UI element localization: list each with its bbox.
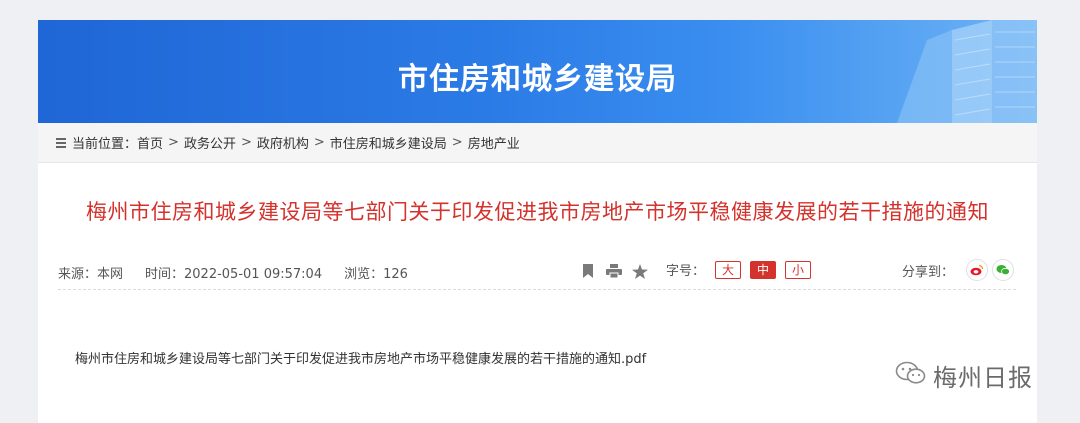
watermark-text: 梅州日报: [933, 364, 1033, 392]
share-label: 分享到：: [901, 264, 954, 280]
bookmark-icon[interactable]: [578, 261, 598, 281]
font-size-switcher: 字号： 大 中 小: [666, 260, 820, 279]
star-icon[interactable]: [630, 261, 650, 281]
breadcrumb-item-housing-bureau[interactable]: 市住房和城乡建设局: [330, 133, 447, 152]
share-bar: 分享到：: [902, 259, 1014, 281]
print-icon[interactable]: [604, 261, 624, 281]
publish-time: 时间：2022-05-01 09:57:04: [145, 267, 323, 282]
header-banner: 市住房和城乡建设局: [38, 20, 1037, 123]
breadcrumb-item-real-estate[interactable]: 房地产业: [468, 133, 520, 152]
weibo-icon[interactable]: [966, 259, 988, 281]
breadcrumb-separator: >: [240, 135, 252, 150]
font-small-button[interactable]: 小: [785, 260, 812, 279]
article-tools: [578, 258, 656, 284]
attachment-link[interactable]: 梅州市住房和城乡建设局等七部门关于印发促进我市房地产市场平稳健康发展的若干措施的…: [75, 348, 646, 367]
breadcrumb-separator: >: [313, 135, 325, 150]
article-meta: 来源：本网 时间：2022-05-01 09:57:04 浏览：126 字号： …: [58, 256, 1016, 290]
breadcrumb-item-home[interactable]: 首页: [137, 133, 163, 152]
font-size-label: 字号：: [666, 264, 706, 279]
breadcrumb: 当前位置： 首页 > 政务公开 > 政府机构 > 市住房和城乡建设局 > 房地产…: [38, 123, 1037, 163]
site-title: 市住房和城乡建设局: [398, 62, 677, 97]
breadcrumb-item-gov-affairs[interactable]: 政务公开: [184, 133, 236, 152]
source-text: 来源：本网: [58, 267, 124, 282]
wechat-watermark-icon: [895, 360, 927, 392]
list-icon: [56, 138, 66, 148]
breadcrumb-separator: >: [168, 135, 179, 150]
breadcrumb-separator: >: [451, 135, 463, 150]
article-title: 梅州市住房和城乡建设局等七部门关于印发促进我市房地产市场平稳健康发展的若干措施的…: [86, 200, 989, 224]
font-medium-button[interactable]: 中: [750, 260, 777, 279]
font-large-button[interactable]: 大: [715, 260, 742, 279]
watermark: 梅州日报: [895, 358, 1033, 393]
breadcrumb-item-gov-agencies[interactable]: 政府机构: [257, 133, 309, 152]
view-count: 浏览：126: [344, 267, 408, 282]
breadcrumb-prefix: 当前位置：: [72, 137, 138, 152]
wechat-icon[interactable]: [992, 259, 1014, 281]
content-card: 市住房和城乡建设局 当前位置： 首页 > 政务公开 > 政府机构 > 市住房和城…: [38, 20, 1037, 423]
